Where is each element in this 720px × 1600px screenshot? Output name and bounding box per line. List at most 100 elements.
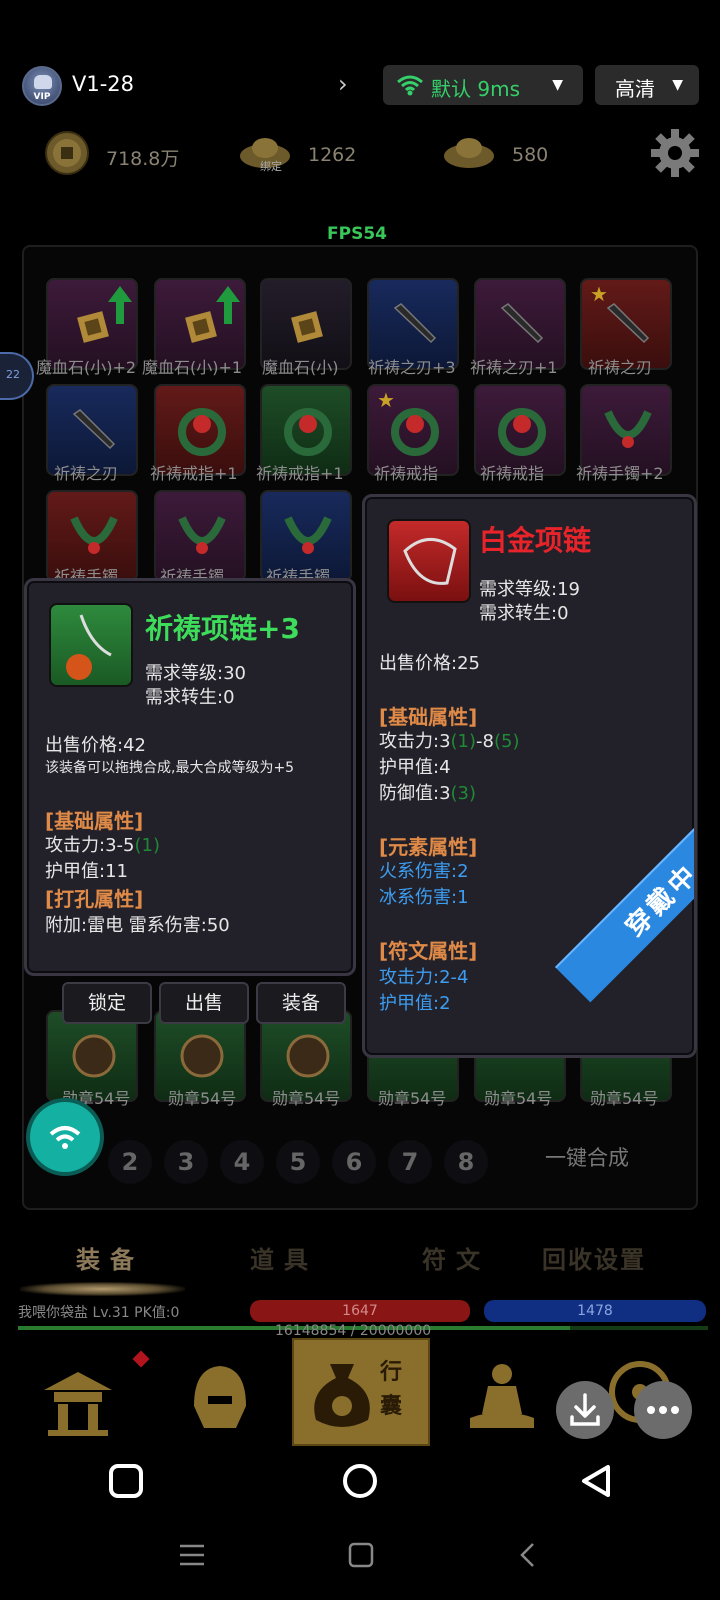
square-recent-icon[interactable] xyxy=(108,1463,144,1499)
slot-label: 魔血石(小) xyxy=(262,358,339,377)
home-icon[interactable] xyxy=(348,1542,374,1568)
page-button[interactable]: 3 xyxy=(164,1140,208,1184)
bound-gold-value: 1262 xyxy=(308,144,357,166)
slot-label: 祈祷戒指+1 xyxy=(150,464,238,483)
warrior-helmet-icon[interactable] xyxy=(180,1356,260,1436)
slot-label: 祈祷手镯+2 xyxy=(576,464,664,483)
coin-counter: 718.8万 xyxy=(44,130,224,180)
gold-counter: 580 xyxy=(442,130,562,180)
ring-icon xyxy=(284,408,332,456)
bag-label-2: 囊 xyxy=(380,1394,403,1419)
network-selector[interactable]: 默认 9ms ▼ xyxy=(383,65,583,105)
section-base: [基础属性] xyxy=(45,809,144,833)
item-title: 祈祷项链+3 xyxy=(145,612,300,645)
section-element: [元素属性] xyxy=(379,835,478,859)
bottom-tabs: 装备 道具 符文 回收设置 xyxy=(0,1240,720,1280)
equip-button[interactable]: 装备 xyxy=(256,982,346,1024)
stat-attack: 攻击力:3-5(1) xyxy=(45,835,160,856)
upgrade-arrow-icon xyxy=(108,286,132,302)
stat-attack: 攻击力:3(1)-8(5) xyxy=(379,731,520,752)
slot-label: 祈祷之刃+1 xyxy=(470,358,558,377)
side-badge-count: 22 xyxy=(6,368,20,381)
menu-icon[interactable] xyxy=(178,1542,206,1568)
money-bag-icon xyxy=(314,1364,370,1427)
item-tooltip-equipped: 白金项链 需求等级:19 需求转生:0 出售价格:25 [基础属性] 攻击力:3… xyxy=(362,494,697,1058)
gear-icon[interactable] xyxy=(650,128,700,178)
player-status: 我喂你袋盐 Lv.31 PK值:0 1647 1478 xyxy=(18,1300,708,1322)
section-rune: [符文属性] xyxy=(379,939,478,963)
blood-stone-icon xyxy=(185,311,217,343)
stat-ice: 冰系伤害:1 xyxy=(379,887,469,908)
stat-socket: 附加:雷电 雷系伤害:50 xyxy=(45,915,230,936)
blood-stone-icon xyxy=(77,311,109,343)
slot-label: 祈祷戒指 xyxy=(374,464,439,483)
back-icon[interactable] xyxy=(518,1542,538,1568)
page-button[interactable]: 5 xyxy=(276,1140,320,1184)
download-button[interactable] xyxy=(556,1381,614,1439)
slot-label: 勋章54号 xyxy=(590,1089,659,1108)
tab-items[interactable]: 道具 xyxy=(250,1240,318,1275)
sell-price: 出售价格:42 xyxy=(45,735,146,756)
equipped-ribbon: 穿戴中 xyxy=(555,783,697,1003)
bag-label-1: 行 xyxy=(380,1360,403,1385)
equipped-label: 穿戴中 xyxy=(620,858,697,943)
more-dots-icon xyxy=(647,1406,679,1414)
bracelet-icon xyxy=(604,410,652,448)
coin-value: 718.8万 xyxy=(106,148,180,170)
meditation-icon[interactable] xyxy=(462,1356,542,1436)
app-navigation-bar xyxy=(0,1445,720,1515)
page-button[interactable]: 7 xyxy=(388,1140,432,1184)
fps-counter: FPS54 xyxy=(327,224,387,244)
floating-wifi-button[interactable] xyxy=(30,1102,100,1172)
stat-rune-armor: 护甲值:2 xyxy=(379,993,451,1014)
tab-recycle-settings[interactable]: 回收设置 xyxy=(542,1240,646,1275)
necklace-item-icon xyxy=(387,519,471,603)
medal-icon xyxy=(180,1034,224,1078)
bound-tag: 绑定 xyxy=(260,160,282,173)
section-socket: [打孔属性] xyxy=(45,887,144,911)
page-button[interactable]: 8 xyxy=(444,1140,488,1184)
more-button[interactable] xyxy=(634,1381,692,1439)
sell-button[interactable]: 出售 xyxy=(159,982,249,1024)
bracelet-icon xyxy=(70,516,118,554)
slot-label: 祈祷戒指 xyxy=(480,464,545,483)
bag-nav-button[interactable]: 行 囊 xyxy=(292,1338,430,1446)
circle-home-icon[interactable] xyxy=(342,1463,378,1499)
lock-button[interactable]: 锁定 xyxy=(62,982,152,1024)
page-button[interactable]: 2 xyxy=(108,1140,152,1184)
stat-defense: 防御值:3(3) xyxy=(379,783,477,804)
gold-ingot-icon xyxy=(444,138,494,168)
temple-icon[interactable] xyxy=(38,1360,118,1440)
page-button[interactable]: 4 xyxy=(220,1140,264,1184)
server-name[interactable]: V1-28 xyxy=(72,72,134,96)
chevron-right-icon[interactable]: › xyxy=(338,70,348,98)
vip-label: VIP xyxy=(33,92,51,102)
mp-bar: 1478 xyxy=(484,1300,706,1322)
triangle-back-icon[interactable] xyxy=(578,1463,614,1499)
bracelet-icon xyxy=(178,516,226,554)
ring-icon xyxy=(498,408,546,456)
page-button[interactable]: 6 xyxy=(332,1140,376,1184)
item-tooltip-inspected: 祈祷项链+3 需求等级:30 需求转生:0 出售价格:42 该装备可以拖拽合成,… xyxy=(24,578,356,976)
ring-icon xyxy=(391,408,439,456)
robot-icon xyxy=(34,75,52,89)
stat-rune-attack: 攻击力:2-4 xyxy=(379,967,469,988)
coin-icon xyxy=(45,131,89,175)
wifi-icon xyxy=(49,1126,81,1149)
quality-selector[interactable]: 高清 ▼ xyxy=(595,65,699,105)
slot-label: 祈祷之刃+3 xyxy=(368,358,456,377)
bracelet-icon xyxy=(284,516,332,554)
necklace-icon xyxy=(66,614,112,680)
tab-equipment[interactable]: 装备 xyxy=(76,1240,144,1275)
vip-avatar[interactable]: VIP xyxy=(22,66,62,106)
hp-bar: 1647 xyxy=(250,1300,470,1322)
slot-label: 勋章54号 xyxy=(484,1089,553,1108)
upgrade-arrow-icon xyxy=(216,286,240,302)
bound-gold-counter: 绑定 1262 xyxy=(238,130,378,180)
caret-down-icon: ▼ xyxy=(672,77,683,93)
tab-runes[interactable]: 符文 xyxy=(422,1240,490,1275)
download-icon xyxy=(570,1393,600,1426)
one-click-merge-button[interactable]: 一键合成 xyxy=(545,1142,629,1172)
wifi-icon xyxy=(397,75,423,96)
blade-icon xyxy=(393,303,437,344)
